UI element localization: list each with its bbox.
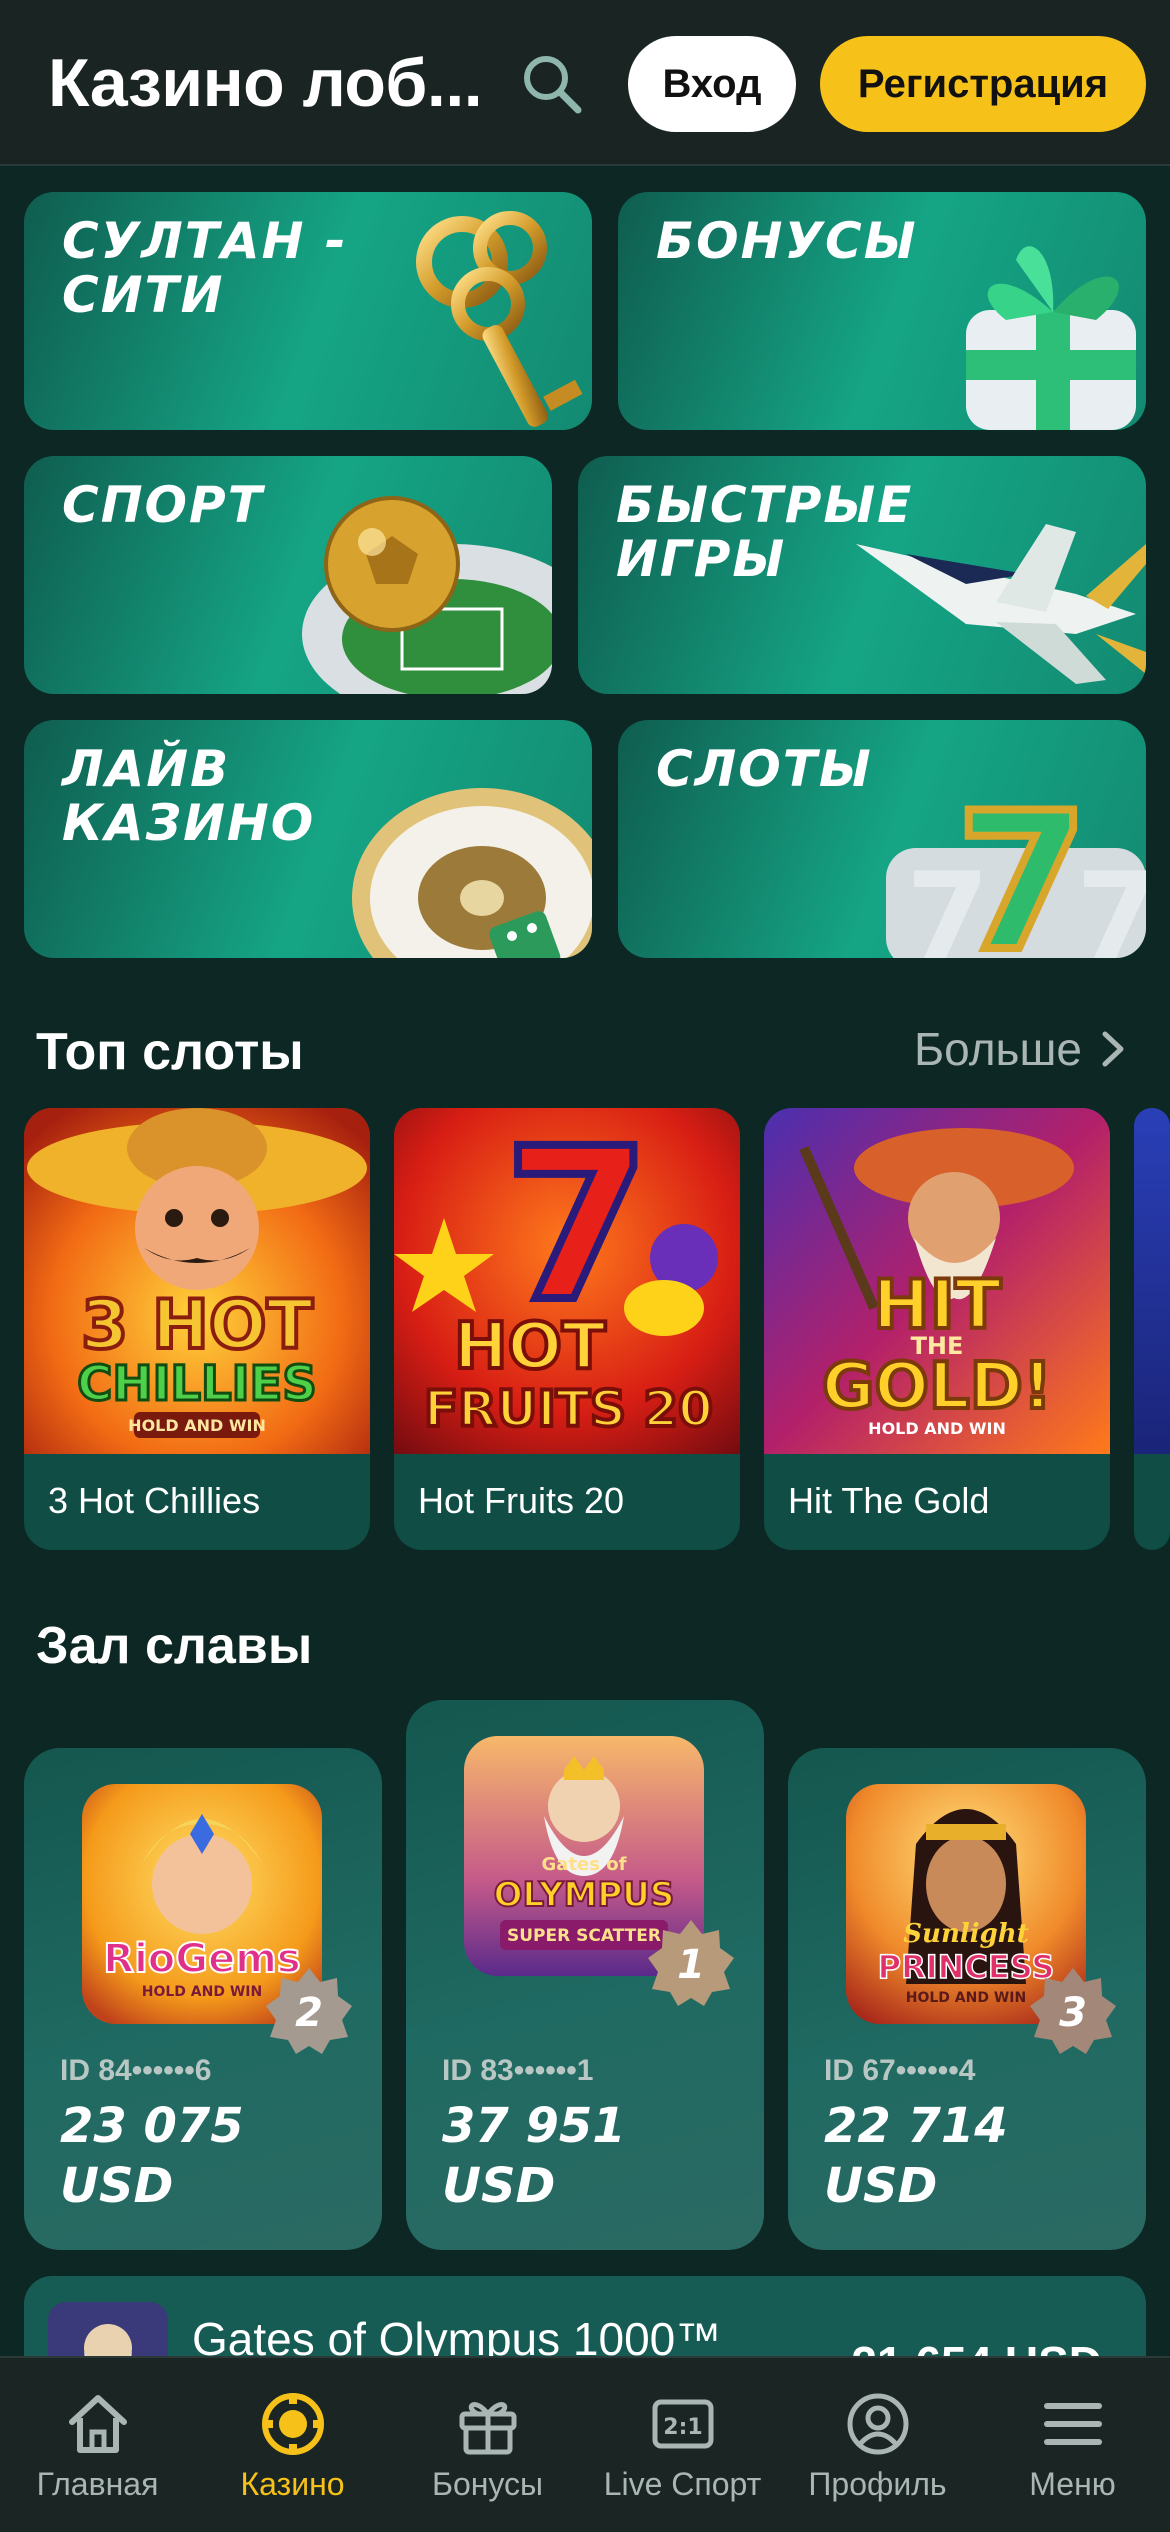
slot-art-subtitle: GOLD! — [822, 1350, 1052, 1424]
winner-game-tag: HOLD AND WIN — [142, 1984, 262, 2000]
place-number: 3 — [1059, 1990, 1087, 2036]
nav-label: Меню — [1029, 2466, 1116, 2502]
nav-label: Главная — [36, 2466, 159, 2502]
slot-name: Hot Fruits 20 — [418, 1480, 625, 1521]
winner-currency: USD — [824, 2158, 938, 2214]
nav-item-casino[interactable]: Казино — [195, 2358, 390, 2532]
slot-artwork: 3 HOT CHILLIES HOLD AND WIN — [24, 1108, 370, 1454]
winner-id: ID 67••••••4 — [824, 2054, 976, 2087]
winner-card-place-1[interactable]: Gates of OLYMPUS SUPER SCATTER 1 ID 83••… — [406, 1700, 764, 2250]
winner-card-place-3[interactable]: Sunlight PRINCESS HOLD AND WIN 3 ID 67••… — [788, 1748, 1146, 2250]
place-badge-icon: 1 — [648, 1920, 734, 2006]
gift-box-icon — [966, 246, 1136, 430]
winner-currency: USD — [60, 2158, 174, 2214]
category-label: БЫСТРЫЕ ИГРЫ — [616, 476, 914, 588]
golden-key-icon — [416, 211, 583, 427]
slot-art-subtitle: FRUITS 20 — [424, 1380, 713, 1438]
register-button[interactable]: Регистрация — [820, 36, 1146, 132]
svg-text:7: 7 — [956, 772, 1088, 958]
winner-amount: 22 714 — [824, 2098, 1008, 2154]
lucky-seven-icon: 7 7 7 — [886, 768, 1146, 958]
slot-name: Hit The Gold — [788, 1480, 990, 1521]
more-link[interactable]: Больше — [914, 1022, 1126, 1076]
nav-label: Профиль — [808, 2466, 947, 2502]
winner-game-top: Gates of — [542, 1854, 627, 1875]
category-label: БОНУСЫ — [656, 212, 918, 270]
search-icon[interactable] — [520, 52, 584, 116]
category-tile-quick-games[interactable]: БЫСТРЫЕ ИГРЫ — [578, 456, 1146, 694]
slot-art-tag: HOLD AND WIN — [128, 1416, 266, 1435]
gift-icon — [459, 2402, 516, 2455]
nav-item-bonuses[interactable]: Бонусы — [390, 2358, 585, 2532]
scoreboard-icon: 2:1 — [652, 2399, 713, 2449]
place-number: 1 — [677, 1942, 705, 1988]
profile-icon — [847, 2393, 908, 2455]
slot-art-tag: HOLD AND WIN — [868, 1419, 1006, 1438]
winner-amount: 37 951 — [442, 2098, 626, 2154]
hall-of-fame-title: Зал славы — [36, 1617, 313, 1675]
slot-art-subtitle: CHILLIES — [77, 1356, 317, 1412]
home-icon — [68, 2395, 127, 2453]
place-badge-icon: 2 — [266, 1968, 352, 2054]
casino-chip-icon — [261, 2393, 324, 2455]
nav-label: Казино — [240, 2466, 345, 2502]
winner-game-title: OLYMPUS — [494, 1875, 675, 1915]
winner-id: ID 83••••••1 — [442, 2054, 594, 2087]
slot-artwork: HIT THE GOLD! HOLD AND WIN — [764, 1108, 1110, 1454]
slot-artwork: 7 HOT FRUITS 20 — [394, 1108, 740, 1454]
nav-item-profile[interactable]: Профиль — [780, 2358, 975, 2532]
nav-item-home[interactable]: Главная — [0, 2358, 195, 2532]
winner-game-tag: HOLD AND WIN — [906, 1990, 1026, 2006]
top-bar: Казино лоб... Вход Регистрация — [0, 0, 1170, 166]
slot-card-partial[interactable] — [1134, 1108, 1170, 1550]
slot-art-title: 3 HOT — [81, 1286, 314, 1365]
slot-name: 3 Hot Chillies — [48, 1480, 261, 1521]
login-button[interactable]: Вход — [628, 36, 796, 132]
svg-text:2:1: 2:1 — [663, 2415, 702, 2440]
category-tile-sultan-city[interactable]: СУЛТАН - СИТИ — [24, 192, 592, 430]
chevron-right-icon — [1102, 1031, 1124, 1067]
category-tile-sport[interactable]: СПОРТ — [24, 456, 552, 694]
nav-label: Live Спорт — [603, 2466, 762, 2502]
category-label: СПОРТ — [62, 476, 264, 534]
winner-currency: USD — [442, 2158, 556, 2214]
category-tile-live-casino[interactable]: ЛАЙВ КАЗИНО — [24, 720, 592, 958]
slot-art-title: HOT — [454, 1310, 606, 1384]
winner-id: ID 84••••••6 — [60, 2054, 212, 2087]
nav-item-menu[interactable]: Меню — [975, 2358, 1170, 2532]
bottom-navigation: Главная Казино Бонусы 2:1 Live Спорт Про… — [0, 2356, 1170, 2532]
category-label: СУЛТАН - СИТИ — [62, 212, 348, 324]
place-number: 2 — [295, 1990, 323, 2036]
more-label: Больше — [913, 1023, 1082, 1075]
page-title: Казино лоб... — [48, 45, 483, 121]
nav-item-live-sport[interactable]: 2:1 Live Спорт — [585, 2358, 780, 2532]
nav-label: Бонусы — [431, 2466, 544, 2502]
winner-amount: 23 075 — [60, 2098, 244, 2154]
category-tile-bonuses[interactable]: БОНУСЫ — [618, 192, 1146, 430]
slot-card-3-hot-chillies[interactable]: 3 HOT CHILLIES HOLD AND WIN 3 Hot Chilli… — [24, 1108, 370, 1550]
winner-game-tag: SUPER SCATTER — [507, 1926, 661, 1946]
winner-game-top: Sunlight — [903, 1919, 1028, 1949]
place-badge-icon: 3 — [1030, 1968, 1116, 2054]
category-label: СЛОТЫ — [656, 740, 873, 798]
slot-card-hot-fruits-20[interactable]: 7 HOT FRUITS 20 Hot Fruits 20 — [394, 1108, 740, 1550]
category-label: ЛАЙВ КАЗИНО — [62, 740, 316, 852]
football-stadium-icon — [302, 496, 552, 694]
category-tile-slots[interactable]: СЛОТЫ 7 7 7 — [618, 720, 1146, 958]
roulette-icon — [352, 788, 592, 958]
menu-icon — [1043, 2403, 1102, 2445]
top-slots-title: Топ слоты — [36, 1023, 304, 1081]
slot-card-hit-the-gold[interactable]: HIT THE GOLD! HOLD AND WIN Hit The Gold — [764, 1108, 1110, 1550]
winner-card-place-2[interactable]: RioGems HOLD AND WIN 2 ID 84••••••6 23 0… — [24, 1748, 382, 2250]
